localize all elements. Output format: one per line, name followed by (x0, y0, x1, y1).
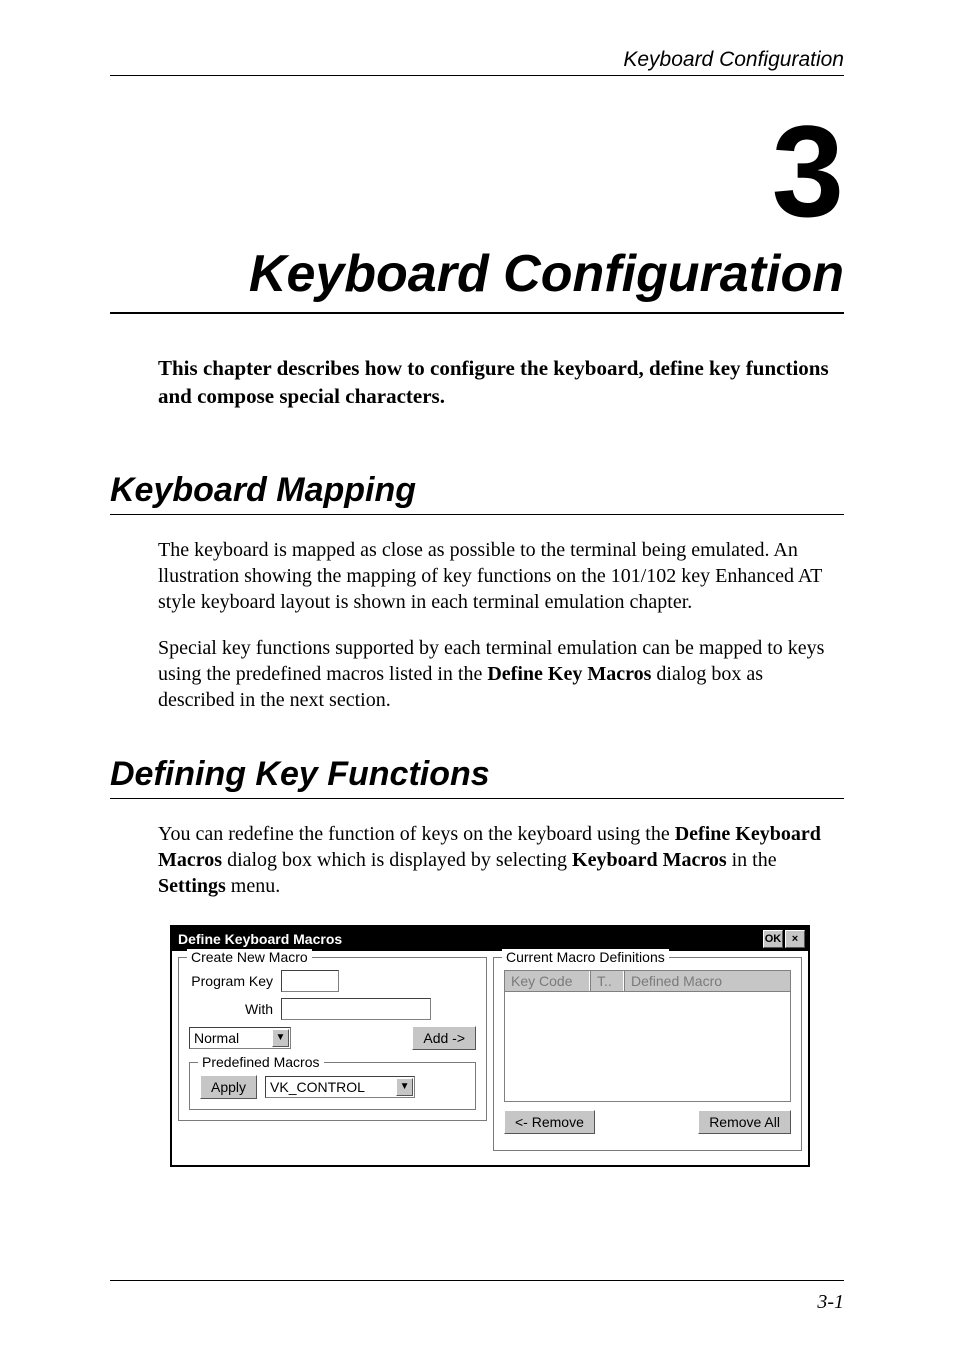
text-span: in the (727, 849, 777, 871)
with-field[interactable] (281, 998, 431, 1020)
mode-value: Normal (194, 1030, 272, 1046)
remove-all-button[interactable]: Remove All (698, 1110, 791, 1134)
chapter-number: 3 (110, 106, 844, 236)
define-keyboard-macros-dialog: Define Keyboard Macros OK × Create New M… (170, 925, 810, 1167)
group-legend: Create New Macro (187, 949, 312, 965)
section-heading-mapping: Keyboard Mapping (110, 471, 844, 515)
column-key-code[interactable]: Key Code (505, 971, 590, 991)
running-header: Keyboard Configuration (110, 48, 844, 76)
create-new-macro-group: Create New Macro Program Key With Normal… (178, 957, 487, 1121)
chevron-down-icon: ▼ (272, 1029, 289, 1047)
text-span: You can redefine the function of keys on… (158, 823, 675, 845)
current-macro-definitions-group: Current Macro Definitions Key Code T.. D… (493, 957, 802, 1151)
bold-term: Keyboard Macros (572, 849, 727, 871)
bold-term: Settings (158, 875, 226, 897)
bold-term: Define Key Macros (487, 663, 651, 685)
text-span: dialog box which is displayed by selecti… (222, 849, 572, 871)
dialog-title: Define Keyboard Macros (178, 931, 761, 947)
group-legend: Predefined Macros (198, 1054, 324, 1070)
text-span: menu. (226, 875, 280, 897)
ok-button[interactable]: OK (763, 930, 783, 948)
remove-button[interactable]: <- Remove (504, 1110, 595, 1134)
predef-value: VK_CONTROL (270, 1079, 396, 1095)
page-number: 3-1 (110, 1280, 844, 1314)
program-key-label: Program Key (189, 973, 281, 989)
dialog-titlebar: Define Keyboard Macros OK × (172, 927, 808, 951)
apply-button[interactable]: Apply (200, 1075, 257, 1099)
mapping-paragraph-2: Special key functions supported by each … (158, 635, 844, 713)
mode-combobox[interactable]: Normal ▼ (189, 1027, 291, 1049)
predefined-macro-combobox[interactable]: VK_CONTROL ▼ (265, 1076, 415, 1098)
definitions-list-header: Key Code T.. Defined Macro (504, 970, 791, 992)
column-type[interactable]: T.. (590, 971, 624, 991)
chapter-title: Keyboard Configuration (110, 244, 844, 314)
chevron-down-icon: ▼ (396, 1078, 413, 1096)
add-button[interactable]: Add -> (412, 1026, 476, 1050)
definitions-list[interactable] (504, 992, 791, 1102)
close-button[interactable]: × (785, 930, 805, 948)
defining-paragraph-1: You can redefine the function of keys on… (158, 821, 844, 899)
mapping-paragraph-1: The keyboard is mapped as close as possi… (158, 537, 844, 615)
program-key-field[interactable] (281, 970, 339, 992)
column-defined-macro[interactable]: Defined Macro (624, 971, 790, 991)
section-heading-defining: Defining Key Functions (110, 755, 844, 799)
chapter-intro: This chapter describes how to configure … (158, 354, 844, 411)
group-legend: Current Macro Definitions (502, 949, 669, 965)
predefined-macros-group: Predefined Macros Apply VK_CONTROL ▼ (189, 1062, 476, 1110)
with-label: With (189, 1001, 281, 1017)
